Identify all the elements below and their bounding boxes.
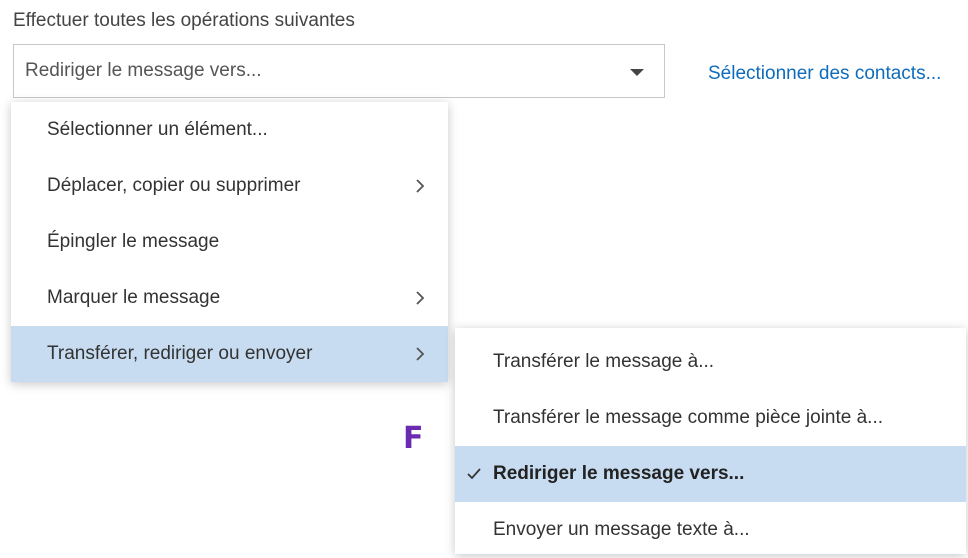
watermark-letter: F bbox=[403, 421, 424, 456]
submenu-item-forward-to[interactable]: Transférer le message à... bbox=[455, 334, 966, 390]
menu-item-label: Épingler le message bbox=[47, 231, 220, 252]
menu-item-move-copy-delete[interactable]: Déplacer, copier ou supprimer bbox=[11, 158, 448, 214]
action-dropdown[interactable]: Rediriger le message vers... bbox=[13, 44, 665, 98]
submenu-item-label: Transférer le message à... bbox=[493, 351, 715, 372]
chevron-right-icon bbox=[416, 347, 425, 361]
menu-item-select-element[interactable]: Sélectionner un élément... bbox=[11, 102, 448, 158]
dropdown-selected-value: Rediriger le message vers... bbox=[25, 60, 262, 81]
submenu-item-forward-as-attachment[interactable]: Transférer le message comme pièce jointe… bbox=[455, 390, 966, 446]
submenu-item-redirect-to[interactable]: Rediriger le message vers... bbox=[455, 446, 966, 502]
submenu-item-label: Envoyer un message texte à... bbox=[493, 519, 750, 540]
actions-menu: Sélectionner un élément... Déplacer, cop… bbox=[11, 102, 448, 382]
chevron-right-icon bbox=[416, 179, 425, 193]
menu-item-label: Déplacer, copier ou supprimer bbox=[47, 175, 301, 196]
forward-submenu: Transférer le message à... Transférer le… bbox=[455, 328, 966, 554]
menu-item-mark-message[interactable]: Marquer le message bbox=[11, 270, 448, 326]
menu-item-label: Marquer le message bbox=[47, 287, 221, 308]
dropdown-arrow-icon[interactable] bbox=[630, 69, 644, 76]
menu-item-pin-message[interactable]: Épingler le message bbox=[11, 214, 448, 270]
chevron-right-icon bbox=[416, 291, 425, 305]
submenu-item-label: Rediriger le message vers... bbox=[493, 463, 745, 484]
submenu-item-send-text[interactable]: Envoyer un message texte à... bbox=[455, 502, 966, 558]
section-heading: Effectuer toutes les opérations suivante… bbox=[13, 10, 355, 31]
menu-item-label: Sélectionner un élément... bbox=[47, 119, 268, 140]
menu-item-label: Transférer, rediriger ou envoyer bbox=[47, 343, 313, 364]
select-contacts-link[interactable]: Sélectionner des contacts... bbox=[708, 63, 941, 85]
menu-item-forward-redirect-send[interactable]: Transférer, rediriger ou envoyer bbox=[11, 326, 448, 382]
checkmark-icon bbox=[467, 468, 481, 480]
submenu-item-label: Transférer le message comme pièce jointe… bbox=[493, 407, 884, 428]
